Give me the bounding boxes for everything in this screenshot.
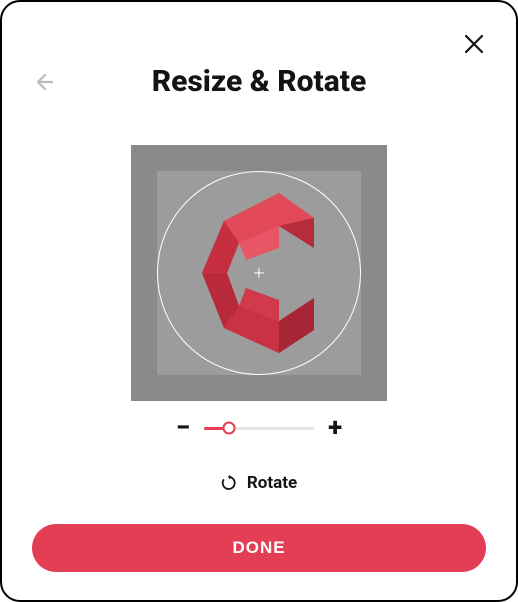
- image-crop-canvas[interactable]: [131, 145, 387, 401]
- close-button[interactable]: [460, 30, 488, 58]
- arrow-left-icon: [33, 71, 55, 93]
- done-button-label: DONE: [232, 538, 285, 558]
- done-button[interactable]: DONE: [32, 524, 486, 572]
- zoom-slider-row: − +: [176, 415, 342, 441]
- page-title: Resize & Rotate: [2, 64, 516, 99]
- editor-area: − + Rotate: [2, 109, 516, 493]
- zoom-in-button[interactable]: +: [328, 415, 342, 441]
- preview-image: [184, 188, 334, 358]
- modal-header: Resize & Rotate: [2, 2, 516, 109]
- rotate-icon: [221, 475, 237, 491]
- zoom-slider-thumb[interactable]: [223, 422, 236, 435]
- rotate-button[interactable]: Rotate: [221, 473, 297, 493]
- close-icon: [464, 34, 484, 54]
- back-button[interactable]: [30, 68, 58, 96]
- resize-rotate-modal: Resize & Rotate −: [0, 0, 518, 602]
- rotate-label: Rotate: [247, 473, 297, 493]
- zoom-out-button[interactable]: −: [176, 415, 190, 441]
- zoom-slider[interactable]: [204, 427, 314, 430]
